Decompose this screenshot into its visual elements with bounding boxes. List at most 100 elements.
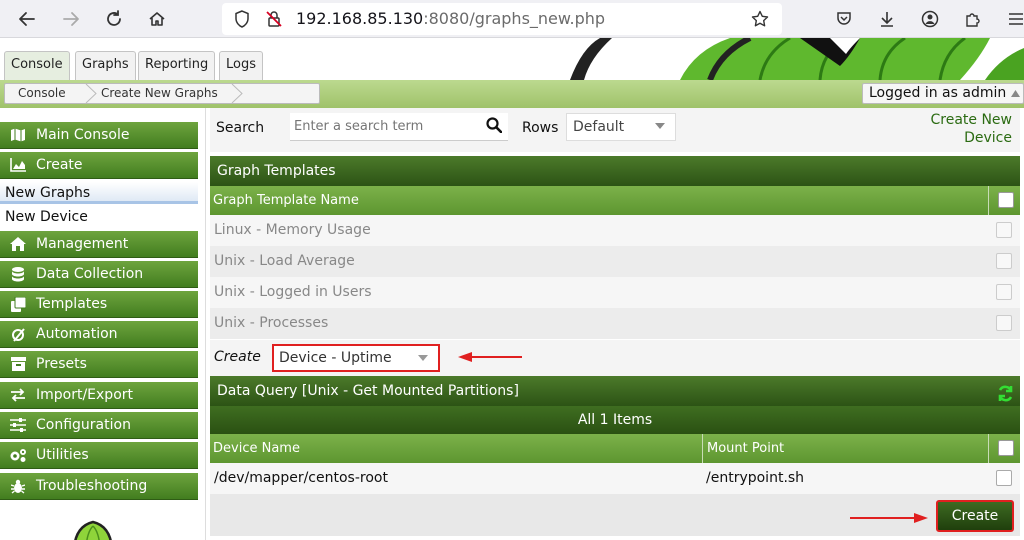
search-icon[interactable]: [486, 117, 503, 137]
data-query-column-header: Device Name Mount Point: [210, 434, 1020, 463]
sidebar-item-templates[interactable]: Templates: [0, 291, 198, 318]
browser-toolbar: 192.168.85.130:8080/graphs_new.php: [0, 0, 1024, 38]
sidebar-item-data-collection[interactable]: Data Collection: [0, 261, 198, 288]
chevron-down-icon: [655, 123, 665, 129]
url-bar[interactable]: 192.168.85.130:8080/graphs_new.php: [222, 3, 782, 35]
data-query-header: Data Query [Unix - Get Mounted Partition…: [210, 376, 1020, 406]
row-checkbox[interactable]: [996, 222, 1012, 238]
graph-templates-header: Graph Templates: [210, 156, 1020, 186]
shield-icon[interactable]: [230, 7, 254, 31]
exchange-icon: [8, 382, 28, 412]
tab-reporting[interactable]: Reporting: [138, 51, 216, 80]
graph-template-select[interactable]: Device - Uptime: [272, 344, 440, 372]
insecure-lock-icon[interactable]: [262, 7, 286, 31]
breadcrumb-console[interactable]: Console: [18, 86, 66, 100]
bookmark-star-icon[interactable]: [748, 7, 772, 31]
sidebar-item-label: Utilities: [36, 447, 89, 463]
main-content: Search Rows Default Create New Device Gr…: [208, 108, 1024, 540]
sidebar-item-automation[interactable]: Automation: [0, 321, 198, 348]
sidebar-item-import-export[interactable]: Import/Export: [0, 382, 198, 409]
device-name-cell: /dev/mapper/centos-root: [214, 470, 388, 486]
rows-select-value: Default: [573, 119, 625, 135]
sidebar-item-label: Templates: [36, 296, 108, 312]
cogs-icon: [8, 442, 28, 473]
logged-in-user-menu[interactable]: Logged in as admin: [862, 83, 1024, 104]
device-name-column[interactable]: Device Name: [210, 434, 300, 463]
home-icon[interactable]: [144, 6, 170, 32]
hamburger-menu-icon[interactable]: [1004, 6, 1024, 32]
mount-point-column[interactable]: Mount Point: [704, 434, 784, 463]
sliders-icon: [8, 412, 28, 442]
map-icon: [8, 122, 28, 152]
tab-console[interactable]: Console: [4, 51, 70, 80]
table-row[interactable]: Unix - Processes: [210, 308, 1020, 339]
sidebar-item-label: Automation: [36, 326, 118, 342]
create-new-device-text: Create New Device: [930, 112, 1012, 146]
table-row[interactable]: /dev/mapper/centos-root /entrypoint.sh: [210, 463, 1020, 494]
sidebar: Main Console Create New Graphs New Devic…: [0, 108, 206, 540]
template-name: Unix - Processes: [214, 315, 329, 331]
automation-icon: [8, 321, 28, 352]
chevron-down-icon: [418, 355, 428, 361]
sidebar-item-main-console[interactable]: Main Console: [0, 122, 198, 149]
sidebar-item-presets[interactable]: Presets: [0, 351, 198, 378]
row-checkbox[interactable]: [996, 470, 1012, 486]
breadcrumb-bar: Console Create New Graphs Logged in as a…: [0, 80, 1024, 108]
sidebar-subitem-new-device[interactable]: New Device: [0, 206, 198, 228]
filter-bar: Search Rows Default Create New Device: [210, 108, 1020, 152]
sidebar-item-label: Data Collection: [36, 266, 144, 282]
cactus-banner-image: [570, 38, 1024, 80]
tab-graphs[interactable]: Graphs: [75, 51, 136, 80]
chart-area-icon: [8, 152, 28, 182]
sidebar-item-create[interactable]: Create: [0, 152, 198, 179]
column-divider: [988, 434, 989, 463]
forward-arrow-icon[interactable]: [58, 6, 84, 32]
row-checkbox[interactable]: [996, 315, 1012, 331]
breadcrumb-separator-icon: [85, 84, 97, 103]
table-row[interactable]: Linux - Memory Usage: [210, 215, 1020, 246]
select-all-queries-checkbox[interactable]: [998, 440, 1014, 456]
home-icon: [8, 231, 28, 261]
table-row[interactable]: Unix - Logged in Users: [210, 277, 1020, 308]
select-all-templates-checkbox[interactable]: [998, 192, 1014, 208]
search-input[interactable]: [290, 113, 508, 141]
sidebar-item-label: Configuration: [36, 417, 131, 433]
extensions-icon[interactable]: [961, 6, 985, 32]
rows-select[interactable]: Default: [566, 113, 676, 141]
login-text: Logged in as admin: [869, 85, 1007, 101]
pocket-icon[interactable]: [832, 6, 856, 32]
sidebar-item-configuration[interactable]: Configuration: [0, 412, 198, 439]
cacti-logo-image: [74, 520, 112, 540]
sidebar-item-management[interactable]: Management: [0, 231, 198, 258]
sidebar-subitem-new-graphs[interactable]: New Graphs: [0, 182, 198, 204]
inbox-icon: [8, 351, 28, 381]
url-path: :8080/graphs_new.php: [423, 9, 606, 28]
mount-point-cell: /entrypoint.sh: [706, 470, 805, 486]
tab-logs[interactable]: Logs: [219, 51, 263, 80]
row-checkbox[interactable]: [996, 284, 1012, 300]
download-icon[interactable]: [875, 6, 899, 32]
caret-up-icon: [1011, 90, 1020, 97]
url-host: 192.168.85.130: [296, 9, 424, 28]
create-new-device-link[interactable]: Create New Device: [912, 111, 1012, 147]
back-arrow-icon[interactable]: [14, 6, 40, 32]
template-name: Linux - Memory Usage: [214, 222, 371, 238]
create-label: Create: [214, 349, 261, 365]
url-text[interactable]: 192.168.85.130:8080/graphs_new.php: [296, 9, 605, 28]
create-button[interactable]: Create: [936, 500, 1014, 532]
sidebar-item-label: Troubleshooting: [36, 478, 148, 494]
sidebar-item-label: Main Console: [36, 127, 130, 143]
breadcrumb-create-new-graphs[interactable]: Create New Graphs: [101, 86, 218, 100]
table-row[interactable]: Unix - Load Average: [210, 246, 1020, 277]
reload-icon[interactable]: [101, 6, 127, 32]
graph-template-name-column[interactable]: Graph Template Name: [210, 186, 359, 215]
sidebar-item-troubleshooting[interactable]: Troubleshooting: [0, 473, 198, 500]
app-header: Console Graphs Reporting Logs: [0, 38, 1024, 80]
row-checkbox[interactable]: [996, 253, 1012, 269]
clone-icon: [8, 291, 28, 322]
bug-icon: [8, 473, 28, 504]
sidebar-item-label: Presets: [36, 356, 87, 372]
account-icon[interactable]: [918, 6, 942, 32]
data-query-title: Data Query [Unix - Get Mounted Partition…: [217, 383, 519, 399]
sidebar-item-utilities[interactable]: Utilities: [0, 442, 198, 469]
